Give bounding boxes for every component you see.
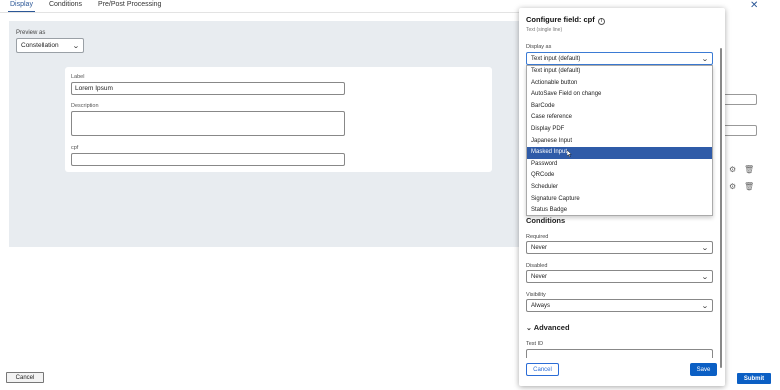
option-display-pdf[interactable]: Display PDF <box>527 124 712 136</box>
option-barcode[interactable]: BarCode <box>527 101 712 113</box>
option-japanese-input[interactable]: Japanese Input <box>527 136 712 148</box>
option-autosave-field[interactable]: AutoSave Field on change <box>527 89 712 101</box>
option-password[interactable]: Password <box>527 159 712 171</box>
tabs-divider <box>0 12 520 13</box>
advanced-heading[interactable]: ⌄ Advanced <box>526 323 570 332</box>
display-as-value: Text input (default) <box>531 55 581 62</box>
label-caption: Label <box>71 74 85 80</box>
chevron-down-icon: ⌄ <box>701 55 709 63</box>
conditions-heading: Conditions <box>526 216 566 225</box>
chevron-down-icon: ⌄ <box>526 325 532 332</box>
advanced-heading-text: Advanced <box>533 323 570 332</box>
description-caption: Description <box>71 103 99 109</box>
option-qrcode[interactable]: QRCode <box>527 170 712 182</box>
required-select[interactable]: Never ⌄ <box>526 241 713 254</box>
disabled-select[interactable]: Never ⌄ <box>526 270 713 283</box>
mouse-cursor-icon <box>567 150 572 157</box>
configure-field-panel: Configure field: cpf i Text (single line)… <box>519 8 725 386</box>
option-status-badge[interactable]: Status Badge <box>527 205 712 217</box>
trash-icon: 🗑 <box>744 165 755 174</box>
test-id-label: Test ID <box>526 341 544 347</box>
chevron-down-icon: ⌄ <box>72 42 80 50</box>
gear-icon: ⚙ <box>729 165 737 174</box>
form-preview-card: Label Lorem Ipsum Description cpf <box>65 67 492 172</box>
option-scheduler[interactable]: Scheduler <box>527 182 712 194</box>
tab-display[interactable]: Display <box>8 0 35 12</box>
option-signature-capture[interactable]: Signature Capture <box>527 194 712 206</box>
cpf-input[interactable] <box>71 153 345 166</box>
test-id-input[interactable] <box>526 349 713 358</box>
tab-pre-post-processing[interactable]: Pre/Post Processing <box>96 0 163 12</box>
display-as-label: Display as <box>526 44 552 50</box>
trash-icon: 🗑 <box>744 182 755 191</box>
submit-button[interactable]: Submit <box>737 373 771 384</box>
tab-conditions[interactable]: Conditions <box>47 0 84 12</box>
chevron-down-icon: ⌄ <box>701 244 709 252</box>
preview-canvas: Preview as Constellation ⌄ Label Lorem I… <box>9 21 537 247</box>
panel-scrollbar[interactable] <box>720 48 722 368</box>
chevron-down-icon: ⌄ <box>701 302 709 310</box>
preview-as-select[interactable]: Constellation ⌄ <box>16 38 84 53</box>
panel-cancel-button[interactable]: Cancel <box>526 363 559 376</box>
visibility-label: Visibility <box>526 292 546 298</box>
option-actionable-button[interactable]: Actionable button <box>527 78 712 90</box>
gear-icon: ⚙ <box>729 182 737 191</box>
disabled-label: Disabled <box>526 263 548 269</box>
chevron-down-icon: ⌄ <box>701 273 709 281</box>
description-textarea[interactable] <box>71 111 345 136</box>
save-button[interactable]: Save <box>690 363 717 376</box>
preview-as-value: Constellation <box>21 42 59 49</box>
option-case-reference[interactable]: Case reference <box>527 112 712 124</box>
preview-as-label: Preview as <box>16 30 46 36</box>
visibility-select[interactable]: Always ⌄ <box>526 299 713 312</box>
info-icon[interactable]: i <box>597 18 605 25</box>
panel-title-text: Configure field: cpf <box>526 15 595 24</box>
close-icon[interactable]: ✕ <box>750 0 758 11</box>
display-as-dropdown: Text input (default) Actionable button A… <box>526 65 713 216</box>
panel-title: Configure field: cpf i <box>526 15 605 25</box>
required-value: Never <box>531 244 548 251</box>
display-as-select[interactable]: Text input (default) ⌄ <box>526 52 713 65</box>
cancel-button[interactable]: Cancel <box>6 372 44 383</box>
cpf-caption: cpf <box>71 145 79 151</box>
label-input[interactable]: Lorem Ipsum <box>71 82 345 95</box>
tab-bar: Display Conditions Pre/Post Processing <box>8 0 163 12</box>
disabled-value: Never <box>531 273 548 280</box>
field-type-subtitle: Text (single line) <box>526 27 563 33</box>
option-masked-input[interactable]: Masked Input <box>527 147 712 159</box>
visibility-value: Always <box>531 302 551 309</box>
required-label: Required <box>526 234 549 240</box>
option-text-input[interactable]: Text input (default) <box>527 66 712 78</box>
